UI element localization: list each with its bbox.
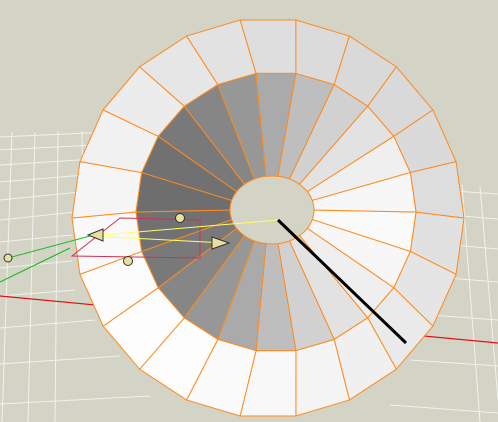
3d-viewport[interactable] [0,0,498,422]
torus-hole [229,175,315,245]
sphere-gizmo-handle[interactable] [3,253,13,263]
sphere-gizmo-handle[interactable] [123,256,133,266]
viewport-canvas[interactable] [0,0,498,422]
sphere-gizmo-handle[interactable] [175,213,185,223]
y-axis-line [0,247,71,283]
